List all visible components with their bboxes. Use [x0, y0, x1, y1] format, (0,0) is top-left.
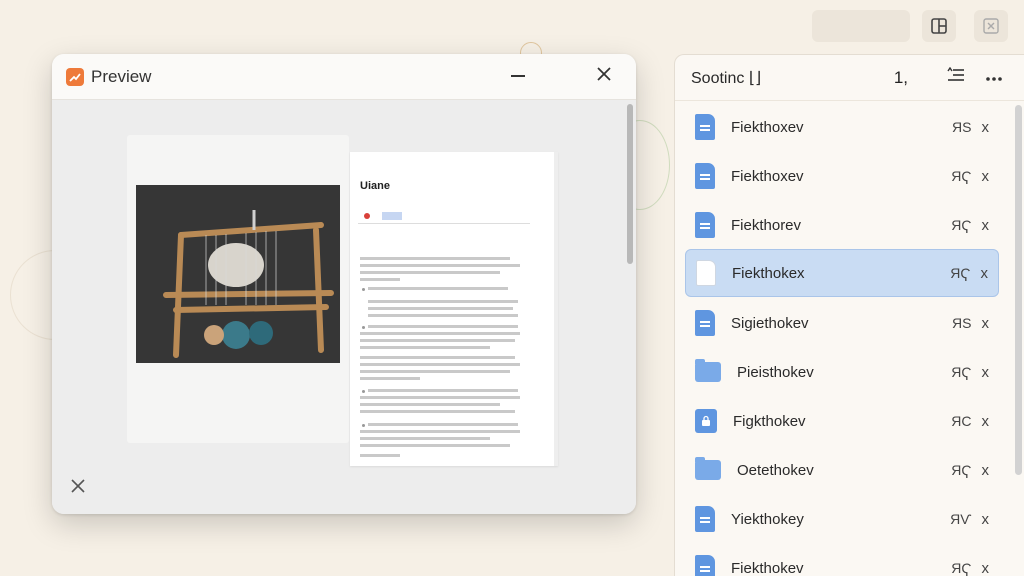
file-size: ЯҀ — [951, 168, 972, 184]
window-close-button[interactable] — [974, 10, 1008, 42]
file-name: Fiekthorev — [731, 216, 802, 234]
file-size: ЯѴ — [950, 511, 972, 527]
page-indicator: 1, — [893, 67, 908, 87]
minimize-icon — [511, 74, 525, 77]
folder-icon — [695, 359, 721, 382]
remove-item-button[interactable]: x — [982, 217, 990, 234]
file-icon — [695, 555, 715, 576]
file-list-item[interactable]: Fiekthokev ЯҀ x — [685, 544, 999, 576]
file-icon — [695, 310, 715, 336]
more-options-button[interactable] — [980, 69, 1008, 87]
document-scrollbar[interactable] — [554, 152, 558, 466]
preview-titlebar: Preview — [52, 54, 636, 100]
preview-close-button[interactable] — [586, 65, 622, 88]
remove-item-button[interactable]: x — [982, 413, 990, 430]
file-icon — [695, 114, 715, 140]
file-list-item[interactable]: Sigiethokev ЯS x — [685, 299, 999, 347]
minimize-button[interactable] — [500, 64, 536, 90]
lock-file-icon — [695, 409, 717, 433]
layout-button[interactable] — [922, 10, 956, 42]
file-list-item[interactable]: Fiekthoxev ЯҀ x — [685, 152, 999, 200]
file-name: Fiekthoxev — [731, 167, 804, 185]
file-name: Fiekthokev — [731, 559, 804, 576]
remove-item-button[interactable]: x — [982, 462, 990, 479]
loom-image — [136, 185, 340, 363]
remove-item-button[interactable]: x — [982, 168, 990, 185]
file-list-item[interactable]: Fiekthoxev ЯS x — [685, 103, 999, 151]
file-name: Oetethokev — [737, 461, 814, 479]
more-horizontal-icon — [986, 76, 1002, 81]
file-size: ЯS — [952, 119, 972, 135]
file-size: ЯҀ — [951, 217, 972, 233]
file-icon — [695, 163, 715, 189]
preview-page-right: Uiane — [350, 152, 558, 466]
file-name: Sigiethokev — [731, 314, 809, 332]
file-size: ЯҀ — [951, 364, 972, 380]
file-side-panel: Sootinc ⌊⌋ 1, Fiekthoxev ЯS x Fiekthoxev… — [674, 54, 1024, 576]
sort-list-icon — [947, 66, 964, 81]
preview-page-left — [127, 135, 349, 443]
preview-content: Uiane — [52, 100, 636, 514]
file-list-item[interactable]: Fiekthorev ЯҀ x — [685, 201, 999, 249]
sort-button[interactable] — [942, 66, 970, 88]
file-icon — [695, 506, 715, 532]
side-panel-scrollbar[interactable] — [1015, 105, 1022, 475]
file-icon — [695, 212, 715, 238]
layout-icon — [931, 18, 947, 34]
file-size: ЯҀ — [951, 560, 972, 576]
file-name: Yiekthokey — [731, 510, 804, 528]
preview-dismiss-button[interactable] — [70, 477, 86, 500]
file-list-item[interactable]: Figkthokev ЯC x — [685, 397, 999, 445]
preview-app-icon — [66, 67, 84, 86]
file-size: ЯS — [952, 315, 972, 331]
file-list-item[interactable]: Yiekthokey ЯѴ x — [685, 495, 999, 543]
file-name: Figkthokev — [733, 412, 806, 430]
preview-window: Preview Uiane — [52, 54, 636, 514]
side-panel-header: Sootinc ⌊⌋ 1, — [675, 55, 1024, 101]
side-panel-title: Sootinc ⌊⌋ — [691, 69, 762, 87]
file-name: Pieisthokev — [737, 363, 814, 381]
file-list-item-selected[interactable]: Fiekthokex ЯҀ x — [685, 249, 999, 297]
document-title: Uiane — [360, 180, 390, 192]
remove-item-button[interactable]: x — [982, 315, 990, 332]
document-toolbar-image — [358, 210, 530, 224]
preview-title: Preview — [91, 66, 152, 86]
blank-file-icon — [696, 260, 716, 286]
close-icon — [597, 67, 611, 81]
preview-scrollbar[interactable] — [627, 104, 633, 264]
close-icon — [71, 479, 85, 493]
close-icon — [983, 18, 999, 34]
file-size: ЯC — [951, 413, 972, 429]
topbar-pill[interactable] — [812, 10, 910, 42]
file-name: Fiekthoxev — [731, 118, 804, 136]
file-size: ЯҀ — [950, 265, 971, 281]
file-list-item[interactable]: Pieisthokev ЯҀ x — [685, 348, 999, 396]
remove-item-button[interactable]: x — [981, 265, 989, 282]
file-name: Fiekthokex — [732, 264, 805, 282]
remove-item-button[interactable]: x — [982, 560, 990, 576]
remove-item-button[interactable]: x — [982, 119, 990, 136]
file-list-item[interactable]: Oetethokev ЯҀ x — [685, 446, 999, 494]
file-size: ЯҀ — [951, 462, 972, 478]
folder-icon — [695, 457, 721, 480]
remove-item-button[interactable]: x — [982, 511, 990, 528]
remove-item-button[interactable]: x — [982, 364, 990, 381]
